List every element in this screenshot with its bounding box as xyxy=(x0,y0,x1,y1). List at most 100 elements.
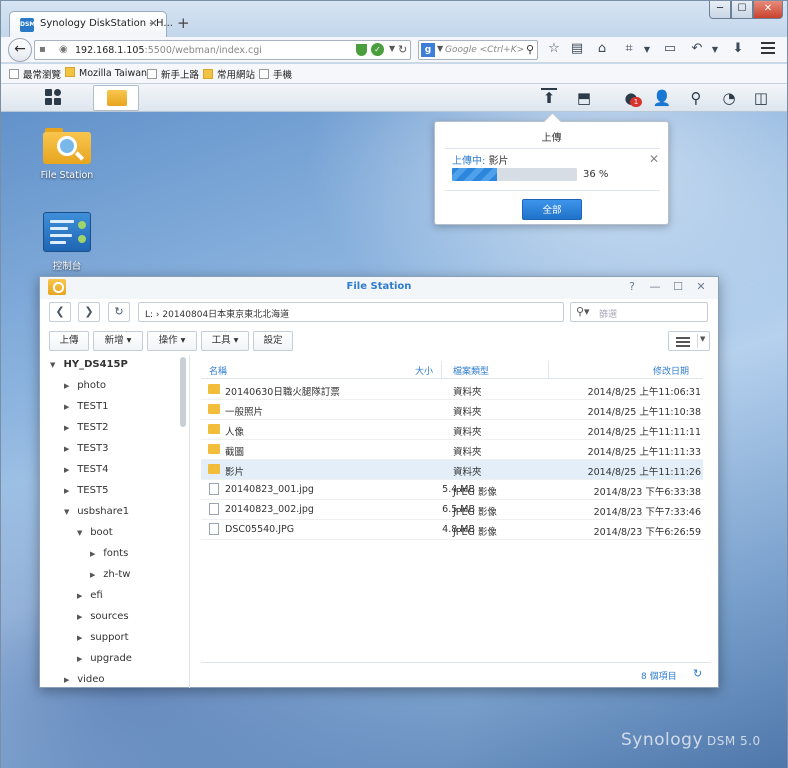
url-bar[interactable]: ▪ ◉ 192.168.1.105:5500/webman/index.cgi … xyxy=(34,40,411,60)
chat-icon[interactable]: ▭ xyxy=(662,41,678,56)
close-icon[interactable]: ✕ xyxy=(694,280,708,293)
filter-input[interactable]: ⚲▾ 篩選 xyxy=(570,302,708,322)
tree-item[interactable]: ▼ usbshare1 xyxy=(64,506,129,526)
file-row[interactable]: 影片 資料夾 2014/8/25 上午11:11:26 xyxy=(201,460,703,480)
maximize-icon[interactable]: ☐ xyxy=(671,280,685,293)
action-button[interactable]: 操作 ▾ xyxy=(147,331,197,351)
search-icon[interactable]: ⚲▾ xyxy=(576,305,590,318)
main-menu-icon[interactable] xyxy=(45,89,63,107)
column-header-type[interactable]: 檔案類型 xyxy=(453,364,489,377)
tree-item[interactable]: ▶ upgrade xyxy=(77,653,132,673)
column-header-date[interactable]: 修改日期 xyxy=(653,364,689,377)
minimize-icon[interactable]: — xyxy=(648,280,662,293)
widgets-icon[interactable]: ◔ xyxy=(719,88,739,108)
bookmark-item[interactable]: Mozilla Taiwan xyxy=(65,67,147,79)
tree-item[interactable]: ▶ video xyxy=(64,674,105,688)
tree-item[interactable]: ▼ boot xyxy=(77,527,113,547)
column-header-size[interactable]: 大小 xyxy=(415,364,433,377)
undo-icon[interactable]: ↶ xyxy=(689,41,705,56)
tree-arrow-icon[interactable]: ▶ xyxy=(64,445,74,453)
tree-arrow-icon[interactable]: ▶ xyxy=(64,466,74,474)
view-mode-button[interactable]: ▼ xyxy=(668,331,710,351)
tree-arrow-icon[interactable]: ▼ xyxy=(77,529,87,537)
engine-dropdown-icon[interactable]: ▼ xyxy=(437,44,443,53)
show-all-button[interactable]: 全部 xyxy=(522,199,582,220)
browser-tab[interactable]: DSM Synology DiskStation - H... ✕ xyxy=(9,11,173,38)
tree-arrow-icon[interactable]: ▶ xyxy=(77,634,87,642)
tree-arrow-icon[interactable]: ▶ xyxy=(77,655,87,663)
download-icon[interactable]: ⬇ xyxy=(730,41,746,56)
shield-icon[interactable] xyxy=(356,44,367,56)
tree-arrow-icon[interactable]: ▶ xyxy=(64,676,74,684)
upload-button[interactable]: 上傳 xyxy=(49,331,89,351)
tree-item[interactable]: ▶ support xyxy=(77,632,129,652)
desktop-icon-file-station[interactable]: File Station xyxy=(37,126,97,181)
close-icon[interactable]: ✕ xyxy=(649,152,659,166)
tree-arrow-icon[interactable]: ▼ xyxy=(64,508,74,516)
tree-arrow-icon[interactable]: ▼ xyxy=(50,361,60,369)
refresh-button[interactable]: ↻ xyxy=(108,302,130,322)
tree-item[interactable]: ▶ TEST4 xyxy=(64,464,108,484)
tree-item[interactable]: ▶ photo xyxy=(64,380,106,400)
path-bar[interactable]: L: › 20140804日本東京東北北海道 xyxy=(138,302,564,322)
file-row[interactable]: 一般照片 資料夾 2014/8/25 上午11:10:38 xyxy=(201,400,703,420)
file-row[interactable]: DSC05540.JPG 4.8 MB JPEG 影像 2014/8/23 下午6:2… xyxy=(201,520,703,540)
crop-icon[interactable]: ⌗ xyxy=(621,41,637,56)
bookmark-star-icon[interactable]: ☆ xyxy=(546,41,562,56)
page-info-icon[interactable]: ▪ xyxy=(39,44,46,55)
back-button[interactable]: ← xyxy=(8,38,32,62)
bookmark-item[interactable]: 常用網站 xyxy=(203,67,255,81)
file-row[interactable]: 人像 資料夾 2014/8/25 上午11:11:11 xyxy=(201,420,703,440)
tree-arrow-icon[interactable]: ▶ xyxy=(64,424,74,432)
file-station-titlebar[interactable]: File Station ? — ☐ ✕ xyxy=(40,277,718,299)
home-icon[interactable]: ⌂ xyxy=(594,41,610,56)
column-header-name[interactable]: 名稱 xyxy=(209,364,227,377)
pilot-view-icon[interactable]: ◫ xyxy=(751,88,771,108)
tree-arrow-icon[interactable]: ▶ xyxy=(77,613,87,621)
tab-close-icon[interactable]: ✕ xyxy=(149,17,158,30)
forward-button[interactable]: ❯ xyxy=(78,302,100,322)
tree-item[interactable]: ▶ TEST5 xyxy=(64,485,108,505)
crop-dropdown-icon[interactable]: ▼ xyxy=(639,45,655,54)
tree-arrow-icon[interactable]: ▶ xyxy=(90,571,100,579)
window-maximize-button[interactable]: ☐ xyxy=(731,1,753,19)
tree-scrollbar[interactable] xyxy=(180,357,186,427)
desktop-icon-control-panel[interactable]: 控制台 xyxy=(37,212,97,272)
google-engine-icon[interactable]: g xyxy=(421,43,435,57)
undo-dropdown-icon[interactable]: ▼ xyxy=(707,45,723,54)
file-row[interactable]: 20140823_002.jpg 6.5 MB JPEG 影像 2014/8/23 下… xyxy=(201,500,703,520)
tree-item[interactable]: ▶ TEST1 xyxy=(64,401,108,421)
background-tasks-icon[interactable]: ⬒ xyxy=(574,88,594,108)
file-row[interactable]: 截圖 資料夾 2014/8/25 上午11:11:33 xyxy=(201,440,703,460)
window-close-button[interactable]: ✕ xyxy=(753,1,783,19)
tree-item[interactable]: ▼ HY_DS415P xyxy=(50,359,128,379)
url-text[interactable]: 192.168.1.105:5500/webman/index.cgi xyxy=(75,45,262,56)
menu-icon[interactable] xyxy=(761,42,775,57)
bookmark-item[interactable]: 手機 xyxy=(259,67,292,81)
taskbar-file-station[interactable] xyxy=(93,85,139,111)
new-tab-button[interactable]: + xyxy=(177,14,190,32)
tree-item[interactable]: ▶ sources xyxy=(77,611,129,631)
check-icon[interactable]: ✓ xyxy=(371,43,384,56)
settings-button[interactable]: 設定 xyxy=(253,331,293,351)
browser-search-bar[interactable]: g ▼ Google <Ctrl+K> ⚲ xyxy=(418,40,538,60)
file-row[interactable]: 20140823_001.jpg 5.4 MB JPEG 影像 2014/8/23 下… xyxy=(201,480,703,500)
tools-button[interactable]: 工具 ▾ xyxy=(201,331,249,351)
url-dropdown-icon[interactable]: ▼ xyxy=(389,44,395,53)
reload-icon[interactable]: ↻ xyxy=(398,43,407,56)
refresh-icon[interactable]: ↻ xyxy=(693,667,702,680)
tree-item[interactable]: ▶ TEST2 xyxy=(64,422,108,442)
create-button[interactable]: 新增 ▾ xyxy=(93,331,143,351)
tree-item[interactable]: ▶ zh-tw xyxy=(90,569,130,589)
tree-arrow-icon[interactable]: ▶ xyxy=(77,592,87,600)
window-minimize-button[interactable]: ─ xyxy=(709,1,731,19)
tree-arrow-icon[interactable]: ▶ xyxy=(64,382,74,390)
tree-arrow-icon[interactable]: ▶ xyxy=(64,403,74,411)
help-icon[interactable]: ? xyxy=(625,280,639,293)
tree-item[interactable]: ▶ fonts xyxy=(90,548,128,568)
user-icon[interactable]: 👤 xyxy=(652,88,672,108)
tree-arrow-icon[interactable]: ▶ xyxy=(64,487,74,495)
bookmark-item[interactable]: 最常瀏覽 xyxy=(9,67,61,81)
tree-item[interactable]: ▶ efi xyxy=(77,590,103,610)
file-row[interactable]: 20140630日職火腿隊訂票 資料夾 2014/8/25 上午11:06:31 xyxy=(201,380,703,400)
